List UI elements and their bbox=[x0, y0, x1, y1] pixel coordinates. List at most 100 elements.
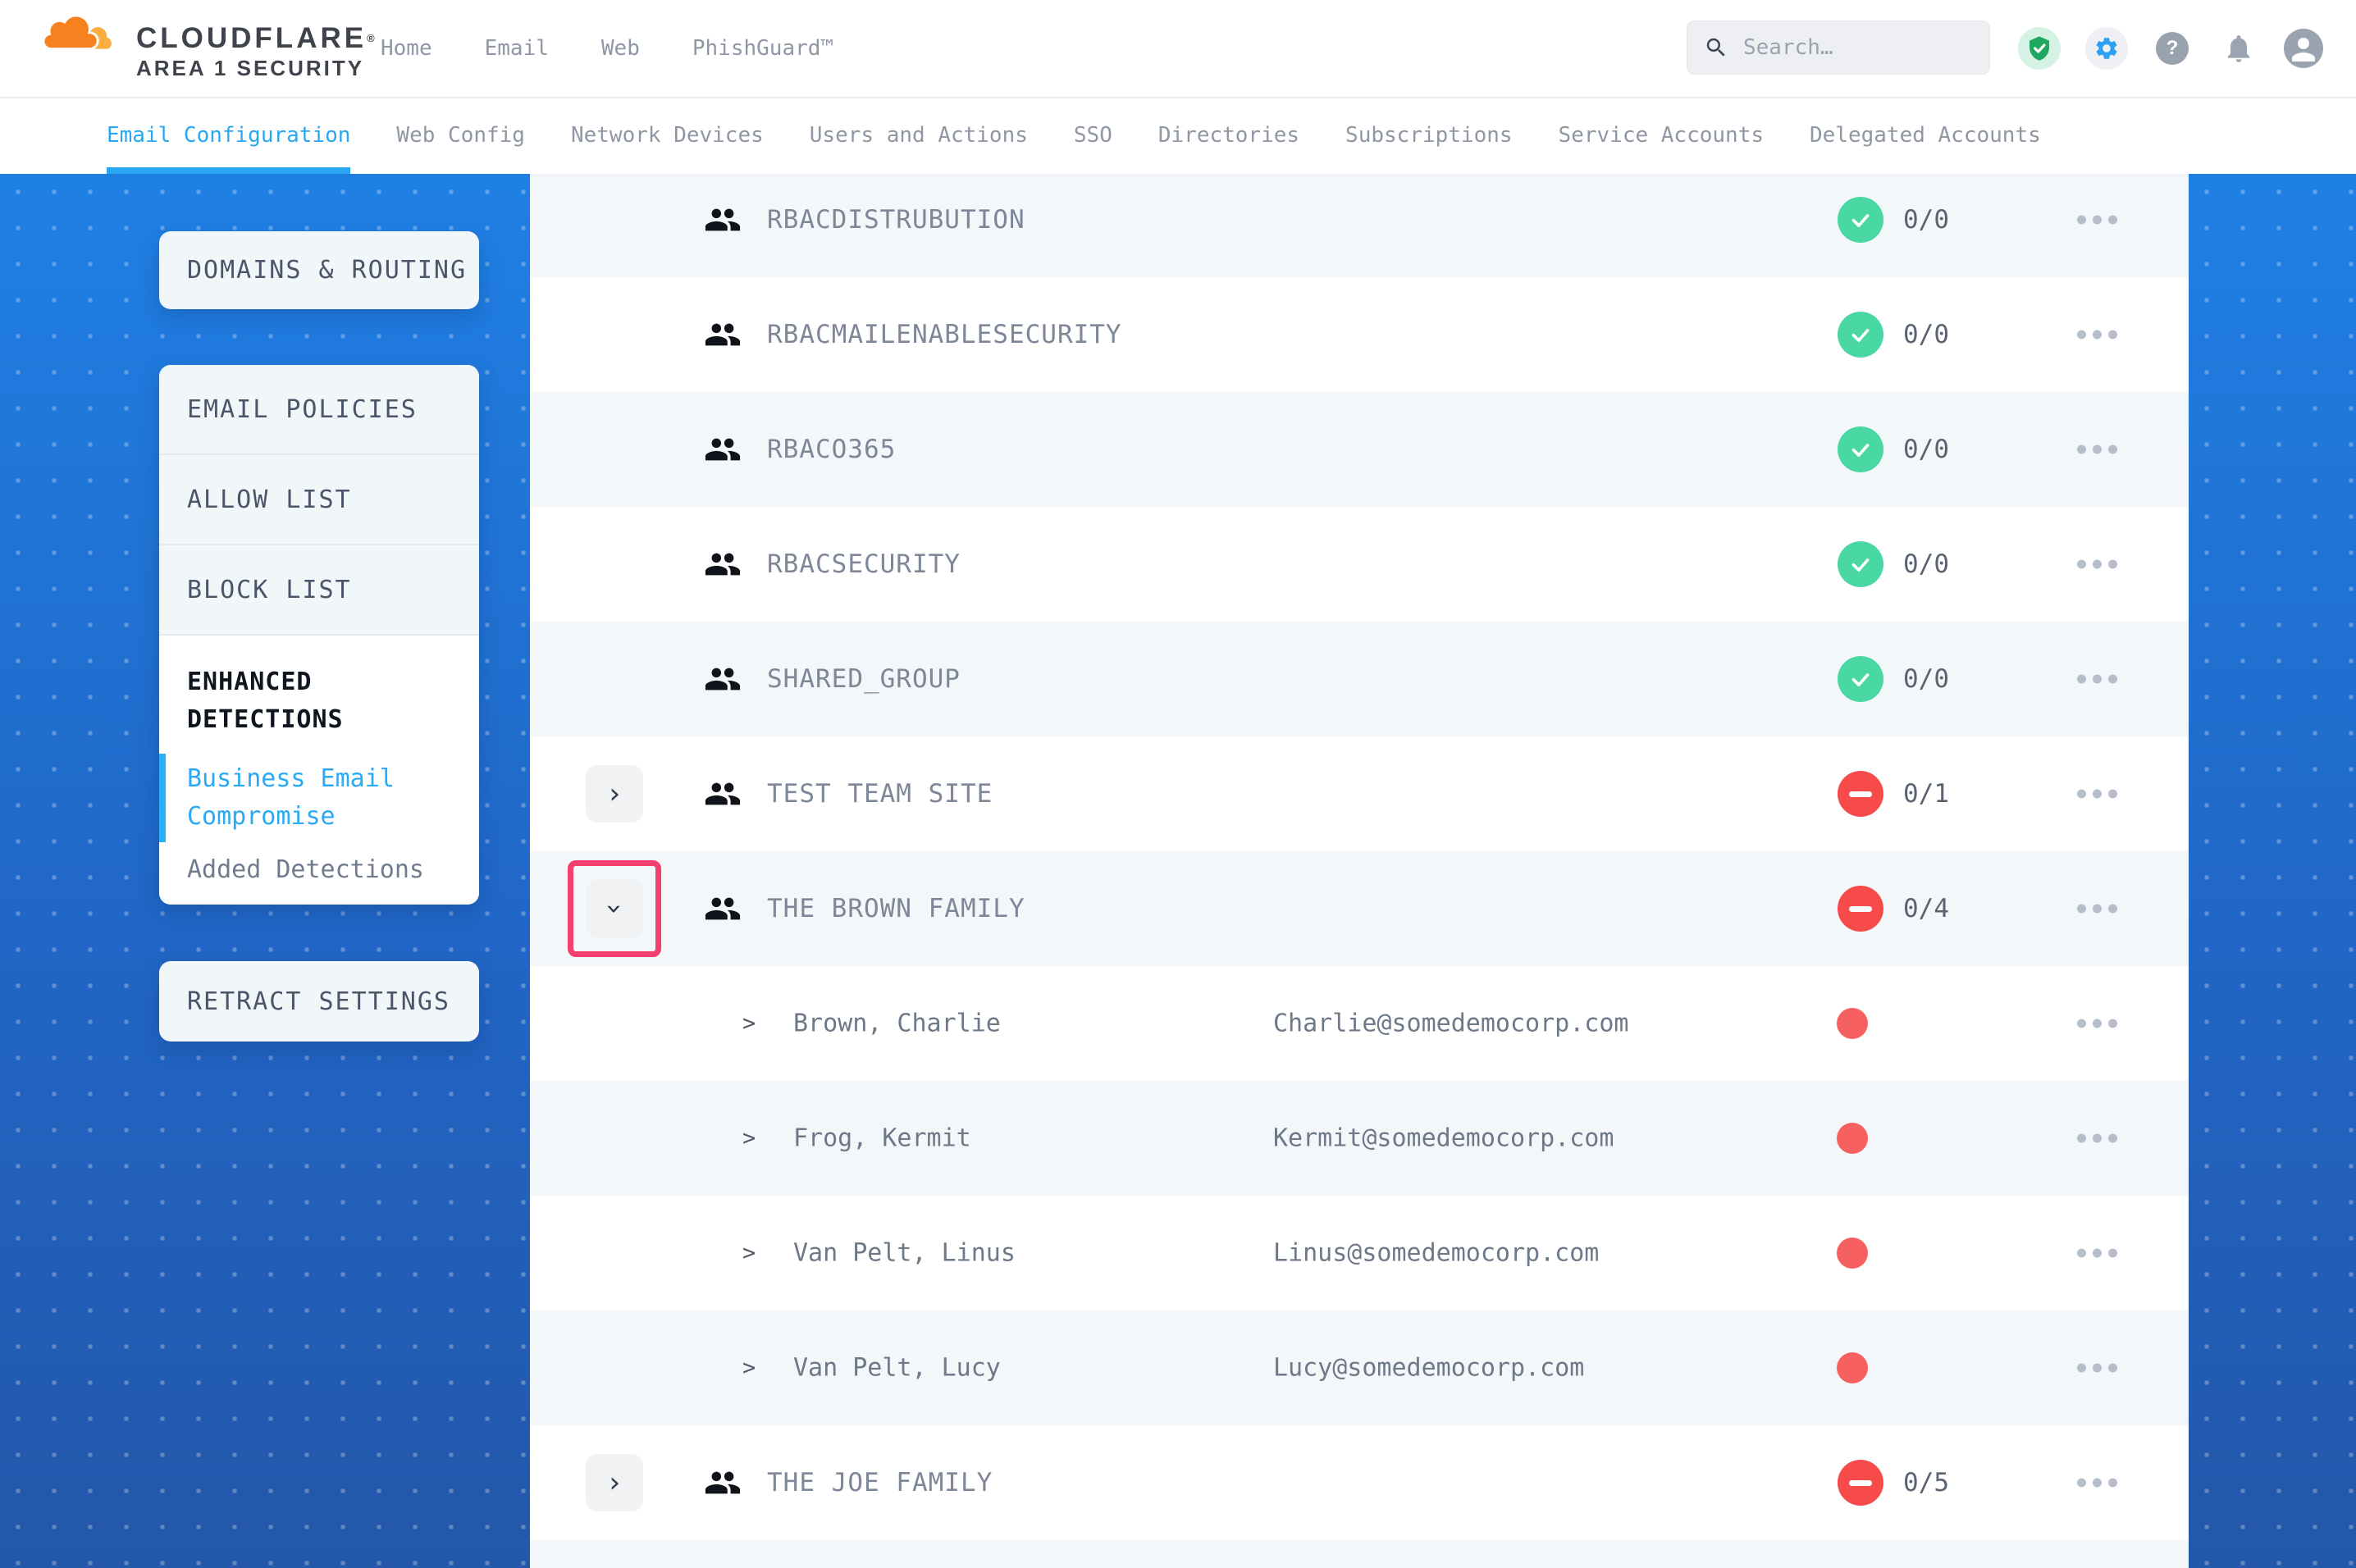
section-tabs: Email Configuration Web Config Network D… bbox=[0, 97, 2356, 174]
enhanced-detections-section: ENHANCED DETECTIONS Business Email Compr… bbox=[159, 636, 479, 905]
left-sidebar-background: DOMAINS & ROUTING EMAIL POLICIES ALLOW L… bbox=[0, 174, 530, 1568]
sidebar-item-email-policies[interactable]: EMAIL POLICIES bbox=[159, 365, 479, 455]
tab-network-devices[interactable]: Network Devices bbox=[571, 97, 764, 174]
member-status-dot bbox=[1837, 1238, 1868, 1269]
expand-toggle-button[interactable]: › bbox=[586, 1454, 643, 1511]
nav-item-email[interactable]: Email bbox=[485, 36, 549, 61]
cloudflare-cloud-icon bbox=[41, 11, 130, 56]
row-menu-ellipsis-icon[interactable] bbox=[2074, 207, 2121, 233]
status-ok-check-icon bbox=[1838, 312, 1883, 358]
primary-nav: Home Email Web PhishGuard™ bbox=[381, 0, 833, 97]
expand-toggle-button[interactable]: › bbox=[586, 765, 643, 823]
status-blocked-minus-icon bbox=[1838, 886, 1883, 932]
status-count: 0/0 bbox=[1903, 549, 1949, 579]
settings-gear-icon[interactable] bbox=[2085, 27, 2128, 70]
status-ok-check-icon bbox=[1838, 426, 1883, 472]
tab-web-config[interactable]: Web Config bbox=[396, 97, 525, 174]
status-count: 0/0 bbox=[1903, 435, 1949, 464]
expand-toggle-button[interactable]: › bbox=[586, 880, 643, 937]
status-count: 0/4 bbox=[1903, 894, 1949, 923]
sidebar-item-block-list[interactable]: BLOCK LIST bbox=[159, 545, 479, 636]
group-name: SHARED_GROUP bbox=[767, 664, 961, 694]
member-chevron-icon[interactable]: > bbox=[742, 1241, 756, 1266]
row-menu-ellipsis-icon[interactable] bbox=[2074, 437, 2121, 463]
row-menu-ellipsis-icon[interactable] bbox=[2074, 1011, 2121, 1037]
brand-subtitle: AREA 1 SECURITY bbox=[136, 56, 378, 80]
member-email: Kermit@somedemocorp.com bbox=[1273, 1124, 1614, 1153]
row-menu-ellipsis-icon[interactable] bbox=[2074, 1126, 2121, 1151]
group-name: THE JOE FAMILY bbox=[767, 1468, 993, 1497]
tab-subscriptions[interactable]: Subscriptions bbox=[1345, 97, 1513, 174]
search-input[interactable] bbox=[1742, 34, 1973, 61]
nav-item-phishguard[interactable]: PhishGuard™ bbox=[692, 36, 833, 61]
group-row: RBACDISTRUBUTION 0/0 bbox=[530, 174, 2189, 277]
group-row: RBACMAILENABLESECURITY 0/0 bbox=[530, 277, 2189, 392]
groups-table-panel: RBACDISTRUBUTION 0/0 RBACMAILENABLESECUR… bbox=[530, 174, 2189, 1568]
member-row: > Frog, Kermit Kermit@somedemocorp.com bbox=[530, 1081, 2189, 1196]
nav-item-web[interactable]: Web bbox=[601, 36, 640, 61]
row-menu-ellipsis-icon[interactable] bbox=[2074, 667, 2121, 692]
status-blocked-minus-icon bbox=[1838, 771, 1883, 817]
member-row: > Brown, Charlie Charlie@somedemocorp.co… bbox=[530, 966, 2189, 1081]
member-email: Lucy@somedemocorp.com bbox=[1273, 1354, 1584, 1383]
sidebar-item-allow-list[interactable]: ALLOW LIST bbox=[159, 455, 479, 545]
help-icon[interactable]: ? bbox=[2156, 32, 2189, 65]
notifications-bell-icon[interactable] bbox=[2220, 30, 2258, 67]
member-chevron-icon[interactable]: > bbox=[742, 1356, 756, 1381]
group-icon bbox=[704, 431, 742, 468]
cloudflare-logo[interactable]: CLOUDFLARE® AREA 1 SECURITY bbox=[41, 8, 386, 89]
group-name: TEST TEAM SITE bbox=[767, 779, 993, 809]
group-icon bbox=[704, 201, 742, 239]
registered-mark: ® bbox=[367, 32, 378, 44]
group-row: › THE BROWN FAMILY 0/4 bbox=[530, 851, 2189, 966]
search-box[interactable] bbox=[1687, 21, 1990, 75]
tab-service-accounts[interactable]: Service Accounts bbox=[1559, 97, 1764, 174]
member-chevron-icon[interactable]: > bbox=[742, 1011, 756, 1037]
tab-users-and-actions[interactable]: Users and Actions bbox=[810, 97, 1028, 174]
domains-routing-label: DOMAINS & ROUTING bbox=[187, 256, 467, 285]
tab-sso[interactable]: SSO bbox=[1074, 97, 1112, 174]
row-menu-ellipsis-icon[interactable] bbox=[2074, 552, 2121, 577]
sidebar-item-retract-settings[interactable]: RETRACT SETTINGS bbox=[159, 961, 479, 1042]
sidebar-item-added-detections[interactable]: Added Detections bbox=[187, 855, 451, 884]
group-name: RBACDISTRUBUTION bbox=[767, 205, 1025, 235]
shield-check-icon[interactable] bbox=[2018, 27, 2061, 70]
table-row-partial bbox=[530, 1540, 2189, 1568]
status-count: 0/0 bbox=[1903, 320, 1949, 349]
group-icon bbox=[704, 660, 742, 698]
member-name: Brown, Charlie bbox=[793, 1010, 1001, 1038]
row-menu-ellipsis-icon[interactable] bbox=[2074, 1470, 2121, 1496]
tab-email-configuration[interactable]: Email Configuration bbox=[107, 97, 350, 174]
top-header: CLOUDFLARE® AREA 1 SECURITY Home Email W… bbox=[0, 0, 2356, 98]
member-name: Frog, Kermit bbox=[793, 1124, 971, 1153]
member-chevron-icon[interactable]: > bbox=[742, 1126, 756, 1151]
right-background bbox=[2189, 174, 2356, 1568]
group-name: RBACMAILENABLESECURITY bbox=[767, 320, 1122, 349]
user-avatar-icon[interactable] bbox=[2284, 29, 2323, 68]
group-icon bbox=[704, 545, 742, 583]
group-icon bbox=[704, 775, 742, 813]
status-blocked-minus-icon bbox=[1838, 1460, 1883, 1506]
tab-directories[interactable]: Directories bbox=[1158, 97, 1299, 174]
sidebar-item-domains-routing[interactable]: DOMAINS & ROUTING bbox=[159, 231, 479, 309]
row-menu-ellipsis-icon[interactable] bbox=[2074, 782, 2121, 807]
nav-item-home[interactable]: Home bbox=[381, 36, 432, 61]
tab-delegated-accounts[interactable]: Delegated Accounts bbox=[1810, 97, 2041, 174]
row-menu-ellipsis-icon[interactable] bbox=[2074, 322, 2121, 348]
sidebar-item-business-email-compromise[interactable]: Business Email Compromise bbox=[187, 760, 451, 836]
enhanced-detections-title: ENHANCED DETECTIONS bbox=[187, 663, 451, 739]
brand-name: CLOUDFLARE bbox=[136, 22, 367, 54]
group-icon bbox=[704, 890, 742, 928]
block-list-label: BLOCK LIST bbox=[187, 576, 352, 604]
row-menu-ellipsis-icon[interactable] bbox=[2074, 1241, 2121, 1266]
status-count: 0/0 bbox=[1903, 664, 1949, 694]
group-row: RBACSECURITY 0/0 bbox=[530, 507, 2189, 622]
member-row: > Van Pelt, Linus Linus@somedemocorp.com bbox=[530, 1196, 2189, 1310]
retract-settings-label: RETRACT SETTINGS bbox=[187, 987, 450, 1016]
row-menu-ellipsis-icon[interactable] bbox=[2074, 1356, 2121, 1381]
group-row: RBACO365 0/0 bbox=[530, 392, 2189, 507]
sidebar-policies-card: EMAIL POLICIES ALLOW LIST BLOCK LIST ENH… bbox=[159, 365, 479, 905]
status-ok-check-icon bbox=[1838, 541, 1883, 587]
row-menu-ellipsis-icon[interactable] bbox=[2074, 896, 2121, 922]
allow-list-label: ALLOW LIST bbox=[187, 485, 352, 514]
